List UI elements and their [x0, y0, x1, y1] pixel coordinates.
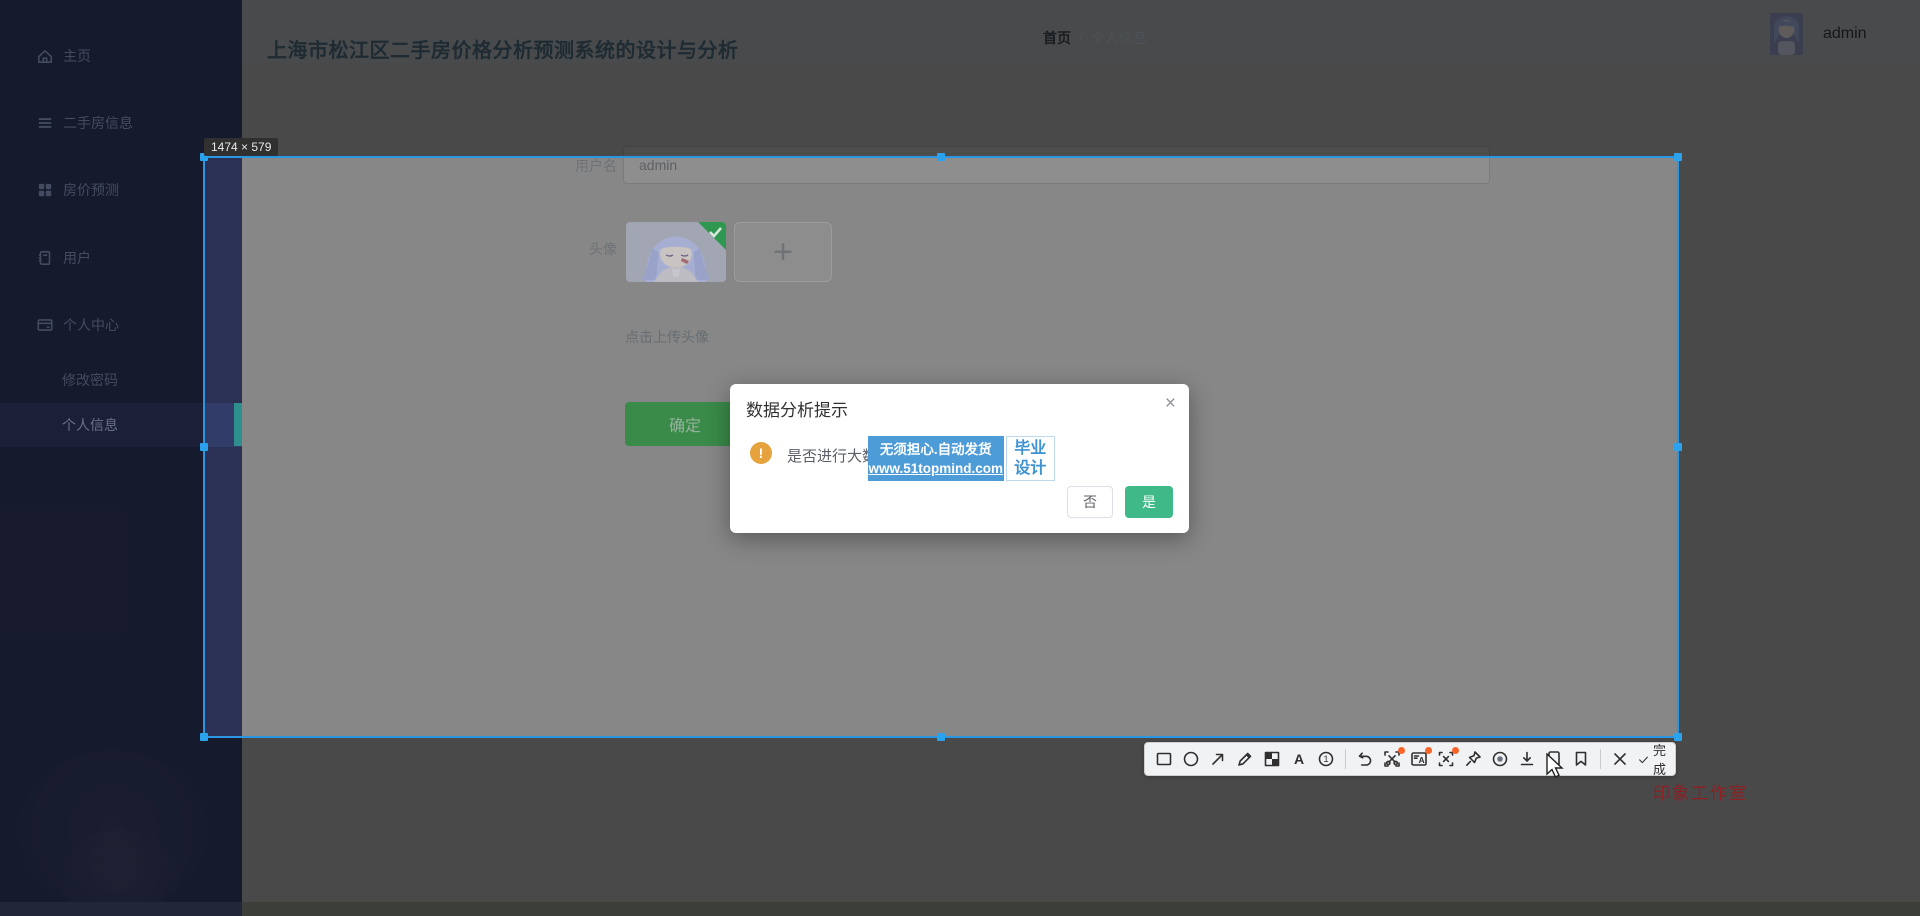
selection-handle-sw[interactable] [200, 733, 208, 741]
pin-icon[interactable] [1463, 749, 1483, 769]
studio-watermark: 印象工作室 [1653, 779, 1748, 804]
selection-rectangle[interactable] [203, 156, 1679, 738]
rect-icon[interactable] [1154, 749, 1174, 769]
undo-icon[interactable] [1355, 749, 1375, 769]
toolbar-separator [1600, 749, 1601, 769]
cancel-icon[interactable] [1610, 749, 1630, 769]
capture-dim-top [0, 0, 1920, 157]
capture-dim-left [0, 157, 204, 737]
arrow-icon[interactable] [1208, 749, 1228, 769]
notification-dot [1425, 747, 1432, 754]
selection-handle-s[interactable] [937, 733, 945, 741]
svg-text:A: A [1419, 755, 1425, 765]
selection-handle-n[interactable] [937, 153, 945, 161]
ellipse-icon[interactable] [1181, 749, 1201, 769]
selection-handle-ne[interactable] [1674, 153, 1682, 161]
recognize-icon[interactable] [1436, 749, 1456, 769]
step-number-icon[interactable]: 1 [1316, 749, 1336, 769]
selection-size-label: 1474 × 579 [204, 138, 278, 156]
crop-icon[interactable] [1382, 749, 1402, 769]
selection-handle-e[interactable] [1674, 443, 1682, 451]
capture-dim-right [1678, 157, 1920, 737]
text-icon[interactable]: A [1289, 749, 1309, 769]
svg-text:A: A [1294, 751, 1304, 767]
finish-icon[interactable]: 完成 [1637, 740, 1666, 778]
record-icon[interactable] [1490, 749, 1510, 769]
toolbar-separator [1345, 749, 1346, 769]
notification-dot [1398, 747, 1405, 754]
mosaic-icon[interactable] [1262, 749, 1282, 769]
finish-label: 完成 [1653, 740, 1666, 778]
save-icon[interactable] [1517, 749, 1537, 769]
svg-text:1: 1 [1323, 754, 1328, 764]
mouse-cursor [1545, 753, 1567, 784]
selection-handle-w[interactable] [200, 443, 208, 451]
capture-toolbar: A 1 A 完成 [1144, 742, 1676, 776]
bookmark-icon[interactable] [1571, 749, 1591, 769]
notification-dot [1452, 747, 1459, 754]
ocr-icon[interactable]: A [1409, 749, 1429, 769]
selection-handle-se[interactable] [1674, 733, 1682, 741]
pencil-icon[interactable] [1235, 749, 1255, 769]
screen: 主页二手房信息房价预测用户个人中心修改密码个人信息 上海市松江区二手房价格分析预… [0, 0, 1920, 916]
